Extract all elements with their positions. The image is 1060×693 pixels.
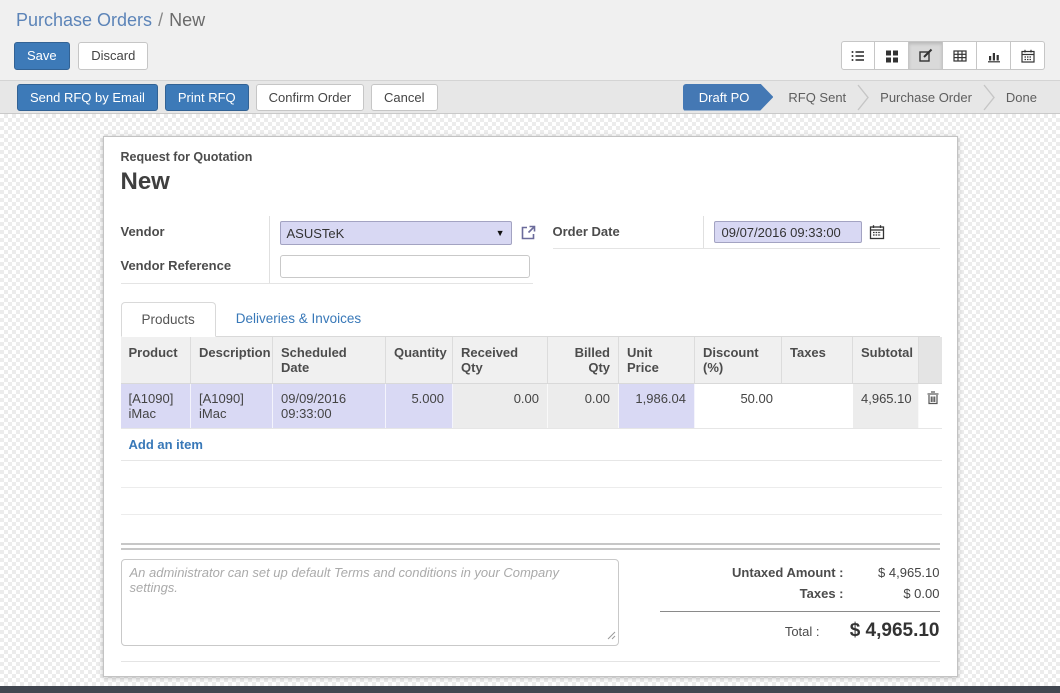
- external-link-button[interactable]: [519, 224, 537, 242]
- field-group-left: Vendor ASUSTeK ▼ Vendor Reference: [121, 216, 533, 284]
- form-sheet: Request for Quotation New Vendor ASUSTeK…: [103, 136, 958, 677]
- graph-icon: [986, 48, 1002, 64]
- control-panel: Purchase Orders / New Save Discard: [0, 0, 1060, 80]
- tab-products[interactable]: Products: [121, 302, 216, 337]
- col-subtotal: Subtotal: [853, 337, 919, 384]
- cell-scheduled-date[interactable]: 09/09/2016 09:33:00: [273, 384, 386, 429]
- save-button[interactable]: Save: [14, 42, 70, 70]
- cell-actions: [919, 384, 942, 429]
- cell-quantity[interactable]: 5.000: [386, 384, 453, 429]
- total-value: $ 4,965.10: [820, 620, 940, 642]
- step-rfq-sent[interactable]: RFQ Sent: [777, 84, 857, 111]
- vendor-reference-input[interactable]: [280, 255, 530, 278]
- cell-taxes[interactable]: [782, 384, 853, 429]
- form-edit-icon: [918, 48, 934, 64]
- cell-unit-price[interactable]: 1,986.04: [619, 384, 695, 429]
- form-view-button[interactable]: [909, 41, 943, 70]
- totals-block: Untaxed Amount : $ 4,965.10 Taxes : $ 0.…: [660, 559, 940, 649]
- breadcrumb-link-purchase-orders[interactable]: Purchase Orders: [16, 10, 152, 30]
- empty-row: [121, 515, 942, 542]
- empty-row: [121, 488, 942, 515]
- col-billed-qty: Billed Qty: [548, 337, 619, 384]
- discard-button[interactable]: Discard: [78, 42, 148, 70]
- col-scheduled-date: Scheduled Date: [273, 337, 386, 384]
- col-received-qty: Received Qty: [453, 337, 548, 384]
- graph-view-button[interactable]: [977, 41, 1011, 70]
- bottom-bar: [0, 686, 1060, 693]
- order-line-row: [A1090] iMac [A1090] iMac 09/09/2016 09:…: [121, 384, 942, 429]
- confirm-order-button[interactable]: Confirm Order: [256, 84, 364, 111]
- col-quantity: Quantity: [386, 337, 453, 384]
- untaxed-amount-value: $ 4,965.10: [844, 565, 940, 580]
- sheet-subtitle: Request for Quotation: [121, 150, 940, 164]
- trash-icon: [927, 393, 939, 408]
- breadcrumb-separator: /: [158, 10, 163, 30]
- chevron-separator-icon: [983, 84, 995, 111]
- delete-row-button[interactable]: [927, 391, 939, 408]
- cell-product[interactable]: [A1090] iMac: [121, 384, 191, 429]
- col-unit-price: Unit Price: [619, 337, 695, 384]
- col-description: Description: [191, 337, 273, 384]
- vendor-value: ASUSTeK: [287, 226, 345, 241]
- chevron-separator-icon: [857, 84, 869, 111]
- send-rfq-by-email-button[interactable]: Send RFQ by Email: [17, 84, 158, 111]
- cell-received-qty: 0.00: [453, 384, 548, 429]
- tab-deliveries-invoices[interactable]: Deliveries & Invoices: [216, 302, 381, 336]
- kanban-icon: [884, 48, 900, 64]
- step-done[interactable]: Done: [995, 84, 1048, 111]
- cell-billed-qty: 0.00: [548, 384, 619, 429]
- col-actions: [919, 337, 942, 384]
- total-label: Total :: [785, 624, 820, 639]
- form-view-background: Request for Quotation New Vendor ASUSTeK…: [0, 114, 1060, 686]
- calendar-picker-icon[interactable]: [869, 224, 885, 240]
- field-group-right: Order Date 09/07/2016 09:33:00: [553, 216, 940, 249]
- add-item-row: Add an item: [121, 429, 942, 461]
- section-separator: [121, 543, 940, 550]
- breadcrumb: Purchase Orders / New: [0, 0, 1060, 37]
- order-lines-table: Product Description Scheduled Date Quant…: [121, 337, 942, 542]
- pivot-icon: [952, 48, 968, 64]
- page-title: New: [121, 168, 940, 196]
- chevron-down-icon: ▼: [496, 228, 505, 238]
- empty-row: [121, 461, 942, 488]
- vendor-select[interactable]: ASUSTeK ▼: [280, 221, 512, 245]
- list-icon: [850, 48, 866, 64]
- cell-description[interactable]: [A1090] iMac: [191, 384, 273, 429]
- list-view-button[interactable]: [841, 41, 875, 70]
- kanban-view-button[interactable]: [875, 41, 909, 70]
- col-taxes: Taxes: [782, 337, 853, 384]
- col-product: Product: [121, 337, 191, 384]
- terms-and-conditions-textarea[interactable]: [121, 559, 619, 646]
- breadcrumb-current: New: [169, 10, 205, 30]
- vendor-label: Vendor: [121, 216, 269, 250]
- statusbar-steps: Draft PO RFQ Sent Purchase Order Done: [683, 84, 1060, 111]
- taxes-value: $ 0.00: [844, 586, 940, 601]
- vendor-reference-label: Vendor Reference: [121, 250, 269, 283]
- taxes-label: Taxes :: [800, 586, 844, 601]
- col-discount: Discount (%): [695, 337, 782, 384]
- table-header-row: Product Description Scheduled Date Quant…: [121, 337, 942, 384]
- print-rfq-button[interactable]: Print RFQ: [165, 84, 249, 111]
- step-purchase-order[interactable]: Purchase Order: [869, 84, 983, 111]
- statusbar: Send RFQ by Email Print RFQ Confirm Orde…: [0, 80, 1060, 114]
- order-date-label: Order Date: [553, 216, 703, 248]
- cell-discount[interactable]: 50.00: [695, 384, 782, 429]
- calendar-icon: [1020, 48, 1036, 64]
- step-draft-po[interactable]: Draft PO: [683, 84, 774, 111]
- notebook-tabs: Products Deliveries & Invoices: [121, 302, 940, 337]
- order-date-input[interactable]: 09/07/2016 09:33:00: [714, 221, 862, 243]
- calendar-view-button[interactable]: [1011, 41, 1045, 70]
- add-an-item-link[interactable]: Add an item: [129, 437, 203, 452]
- total-divider: [660, 611, 940, 612]
- view-switcher: [841, 41, 1045, 70]
- cancel-button[interactable]: Cancel: [371, 84, 437, 111]
- untaxed-amount-label: Untaxed Amount :: [732, 565, 843, 580]
- cell-subtotal: 4,965.10: [853, 384, 919, 429]
- pivot-view-button[interactable]: [943, 41, 977, 70]
